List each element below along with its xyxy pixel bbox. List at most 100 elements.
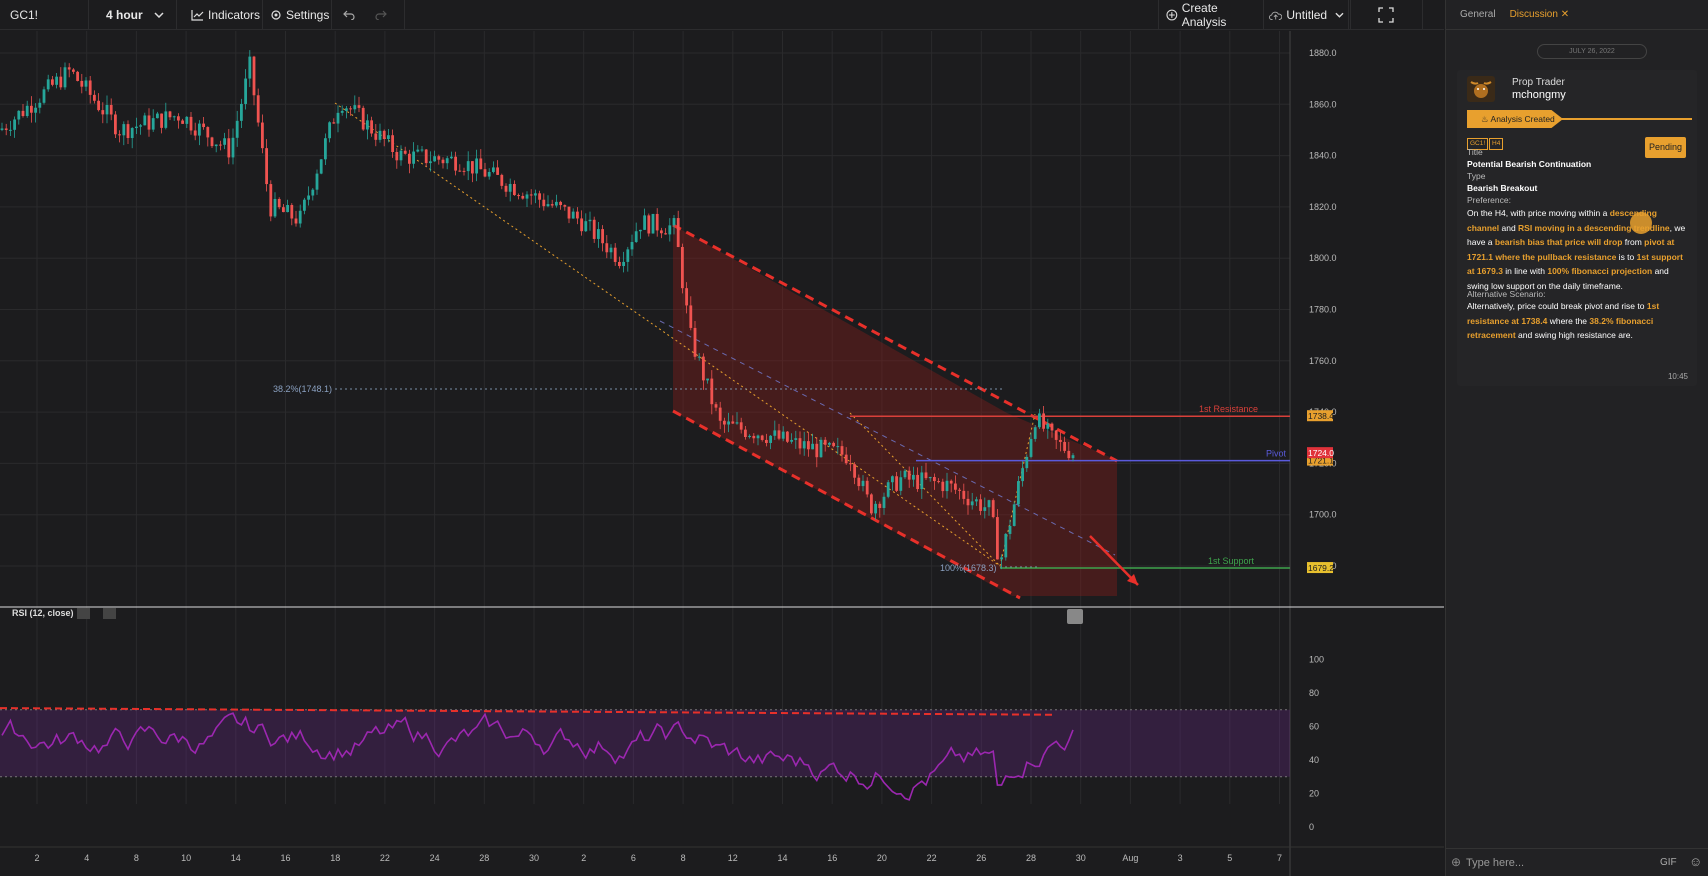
close-icon[interactable]: ✕ bbox=[1561, 9, 1569, 20]
message-input[interactable] bbox=[1466, 854, 1646, 872]
tab-discussion[interactable]: Discussion ✕ bbox=[1510, 9, 1570, 20]
candle-body bbox=[613, 247, 617, 262]
candle-body bbox=[1054, 430, 1058, 440]
candle-body bbox=[605, 243, 609, 253]
price-chart[interactable]: 1880.0 1860.0 1840.0 1820.0 1800.0 1780.0 1760… bbox=[0, 31, 1444, 876]
symbol-selector[interactable]: GC1! bbox=[0, 0, 89, 30]
fullscreen-button[interactable] bbox=[1350, 0, 1423, 30]
candle-body bbox=[681, 247, 684, 289]
candle-body bbox=[781, 431, 785, 439]
candle-body bbox=[790, 439, 793, 442]
candle-body bbox=[416, 149, 420, 152]
emoji-icon[interactable]: ☺ bbox=[1689, 854, 1702, 869]
side-panel: General Discussion ✕ JULY 26, 2022 Prop … bbox=[1445, 0, 1708, 876]
settings-label: Settings bbox=[286, 8, 330, 22]
candle-body bbox=[109, 105, 113, 115]
candle-body bbox=[130, 128, 134, 139]
candle-body bbox=[832, 442, 835, 447]
level-label: 1st Support bbox=[1208, 556, 1255, 566]
candle-body bbox=[660, 230, 663, 234]
candle-body bbox=[828, 442, 831, 445]
settings-button[interactable]: Settings bbox=[267, 0, 332, 30]
status-ribbon: ♨ Analysis Created bbox=[1467, 110, 1563, 128]
candle-body bbox=[903, 470, 907, 478]
plus-circle-icon[interactable]: ⊕ bbox=[1451, 855, 1461, 869]
layout-selector[interactable]: Untitled bbox=[1267, 0, 1349, 30]
candle-body bbox=[324, 138, 327, 160]
text-segment: from bbox=[1622, 237, 1645, 247]
candle-body bbox=[290, 204, 294, 219]
fib-382-label: 38.2%(1748.1) bbox=[273, 384, 332, 394]
candle-body bbox=[576, 211, 579, 219]
candle-body bbox=[34, 107, 37, 113]
candle-body bbox=[315, 173, 319, 190]
candle-body bbox=[672, 218, 676, 226]
candle-body bbox=[508, 183, 512, 192]
candle-body bbox=[571, 211, 575, 219]
candle-body bbox=[181, 120, 184, 124]
candle-body bbox=[391, 135, 394, 153]
chart-area[interactable]: 1880.0 1860.0 1840.0 1820.0 1800.0 1780.0 1760… bbox=[0, 31, 1444, 876]
alert-icon-bg bbox=[1067, 609, 1083, 624]
price-tick-label: 1780.0 bbox=[1309, 305, 1337, 315]
tab-general[interactable]: General bbox=[1460, 9, 1496, 20]
undo-button[interactable] bbox=[333, 0, 367, 30]
candle-body bbox=[983, 507, 987, 511]
candle-body bbox=[630, 241, 634, 250]
indicators-button[interactable]: Indicators bbox=[188, 0, 263, 30]
gif-button[interactable]: GIF bbox=[1660, 857, 1677, 868]
indicators-label: Indicators bbox=[208, 8, 261, 22]
candle-body bbox=[408, 153, 411, 164]
candle-body bbox=[76, 71, 79, 81]
date-tick-label: 28 bbox=[1026, 853, 1036, 863]
rsi-delete-button bbox=[103, 608, 116, 619]
candle-body bbox=[88, 80, 92, 95]
candle-body bbox=[584, 221, 588, 232]
candle-body bbox=[55, 76, 58, 85]
candle-body bbox=[521, 195, 525, 199]
candle-body bbox=[849, 463, 852, 465]
timeframe-tag: H4 bbox=[1489, 138, 1504, 150]
level-label: Pivot bbox=[1266, 449, 1287, 459]
candle-body bbox=[794, 438, 798, 440]
candle-body bbox=[802, 441, 806, 449]
candle-body bbox=[580, 218, 583, 232]
panel-tabs: General Discussion ✕ bbox=[1446, 0, 1708, 30]
plus-circle-icon bbox=[1166, 9, 1178, 21]
price-tick-label: 1700.0 bbox=[1309, 510, 1337, 520]
candle-body bbox=[987, 500, 991, 508]
candle-body bbox=[882, 496, 886, 508]
candle-body bbox=[357, 105, 361, 108]
date-tick-label: 30 bbox=[529, 853, 539, 863]
candle-body bbox=[282, 207, 285, 213]
candle-body bbox=[773, 430, 777, 436]
candle-body bbox=[319, 159, 323, 174]
interval-selector[interactable]: 4 hour bbox=[98, 0, 177, 30]
date-tick-label: 3 bbox=[1178, 853, 1183, 863]
user-name[interactable]: mchongmy bbox=[1512, 89, 1566, 101]
candle-body bbox=[718, 407, 722, 421]
candle-body bbox=[177, 116, 180, 121]
candle-body bbox=[462, 170, 466, 172]
candle-body bbox=[227, 138, 231, 158]
candle-body bbox=[63, 67, 67, 88]
candle-body bbox=[975, 499, 978, 502]
candle-body bbox=[996, 517, 999, 560]
candle-body bbox=[777, 430, 781, 439]
candle-body bbox=[752, 435, 756, 439]
candle-body bbox=[550, 204, 554, 206]
redo-button[interactable] bbox=[367, 0, 405, 30]
create-analysis-button[interactable]: Create Analysis bbox=[1158, 0, 1264, 30]
date-tick-label: 20 bbox=[877, 853, 887, 863]
candle-body bbox=[609, 247, 613, 253]
candle-body bbox=[93, 94, 96, 101]
candle-body bbox=[1029, 438, 1033, 457]
candle-body bbox=[84, 80, 88, 87]
candle-body bbox=[193, 130, 197, 136]
candle-body bbox=[67, 67, 71, 70]
candle-body bbox=[949, 480, 953, 484]
candle-body bbox=[907, 470, 911, 480]
chevron-down-icon bbox=[154, 12, 164, 18]
candle-body bbox=[345, 108, 348, 111]
candle-body bbox=[966, 498, 970, 506]
